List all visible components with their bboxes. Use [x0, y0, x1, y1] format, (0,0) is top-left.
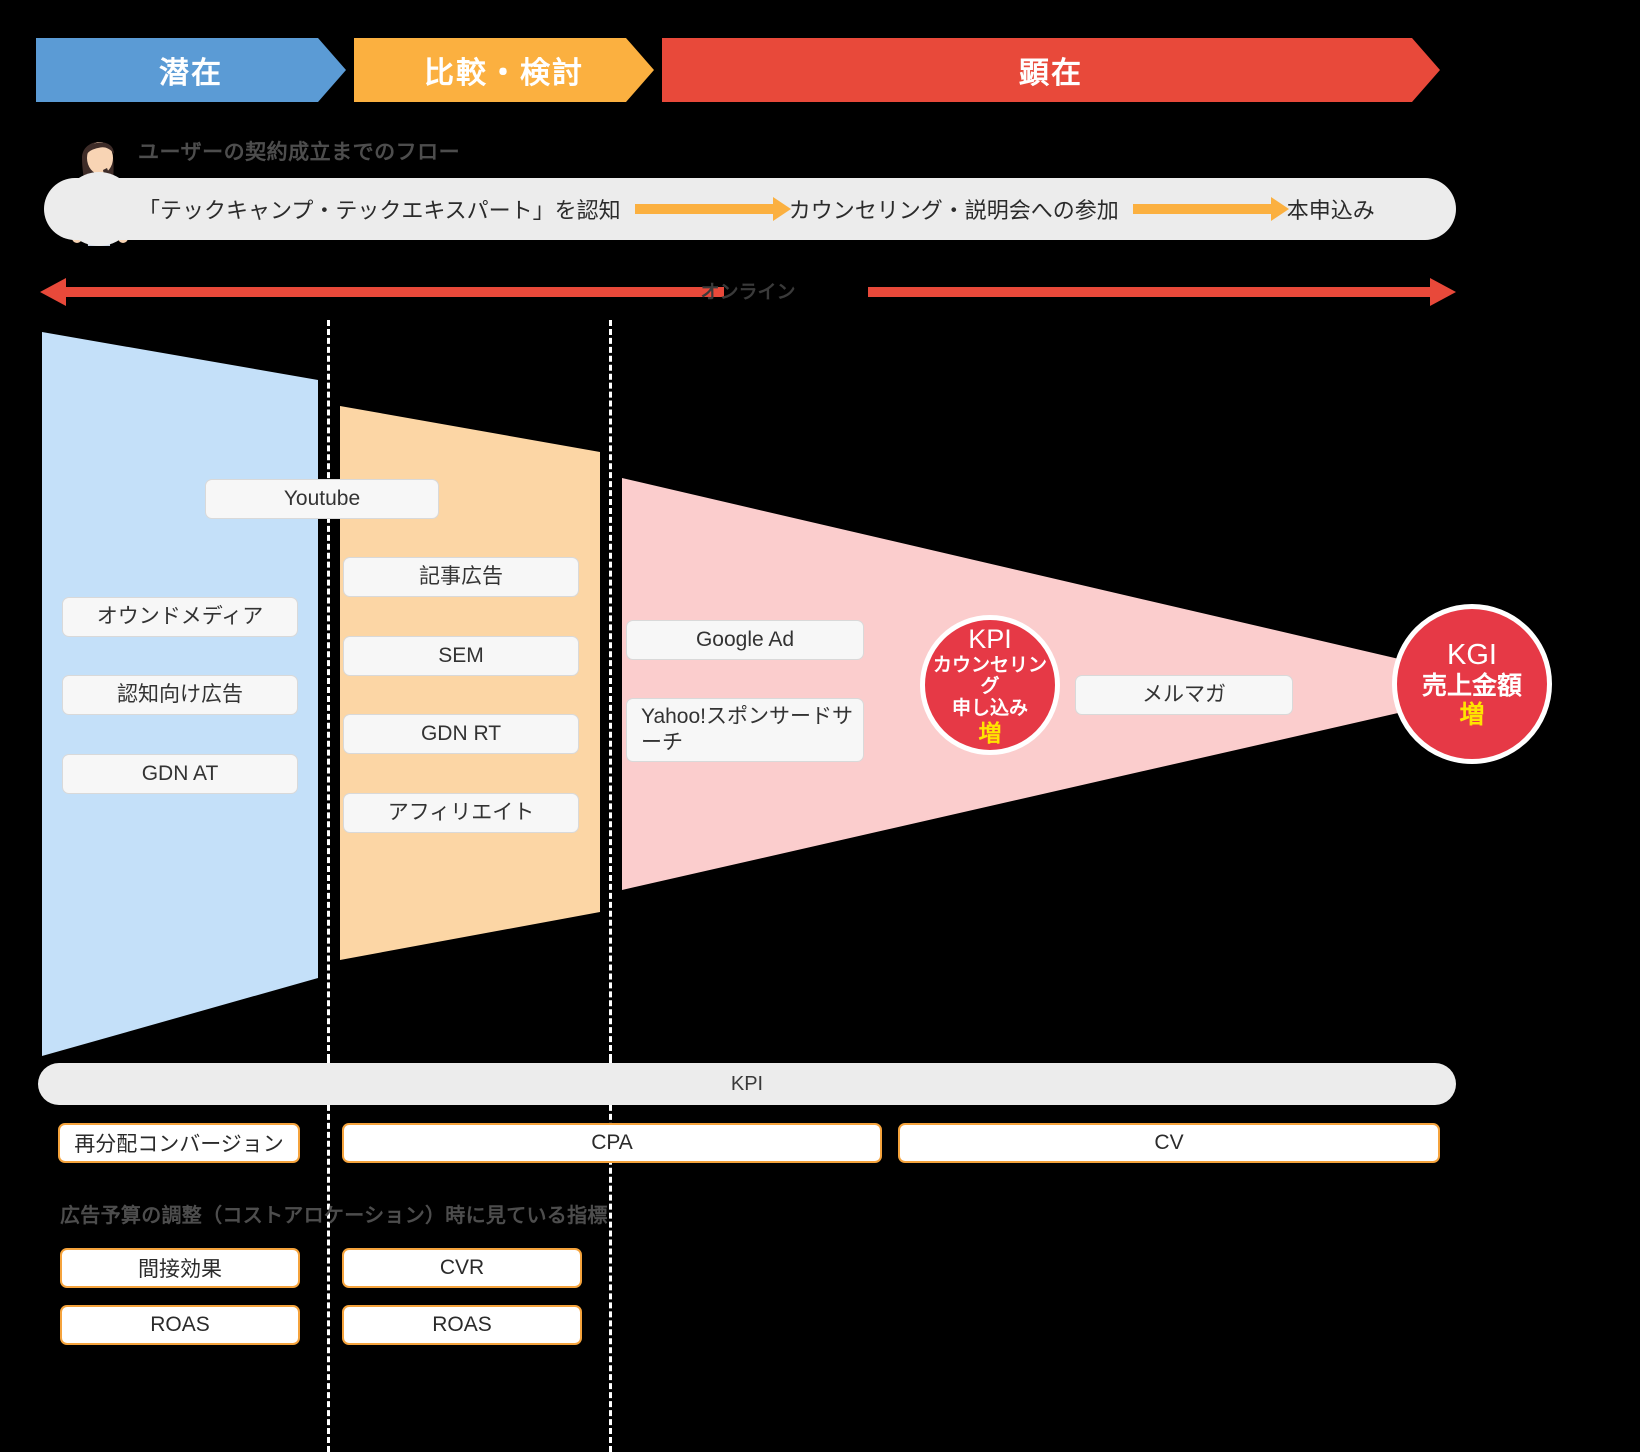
allocation-metric-indirect-effect[interactable]: 間接効果 [60, 1248, 300, 1288]
flow-step-2: カウンセリング・説明会への参加 [788, 198, 1119, 223]
stage-chevron-latent: 潜在 [36, 38, 346, 102]
channel-chip-sem[interactable]: SEM [343, 636, 579, 676]
channel-chip-google-ad[interactable]: Google Ad [626, 620, 864, 660]
channel-chip-yahoo-sponsored-search[interactable]: Yahoo!スポンサードサーチ [626, 698, 864, 762]
kpi-circle-line3: 増 [978, 719, 1002, 746]
flow-step-3: 本申込み [1286, 198, 1375, 223]
channel-chip-mailmagazine[interactable]: メルマガ [1075, 675, 1293, 715]
stage-chevron-compare: 比較・検討 [354, 38, 654, 102]
channel-chip-youtube[interactable]: Youtube [205, 479, 439, 519]
kgi-circle-title: KGI [1447, 638, 1497, 671]
stage-banner: 潜在 比較・検討 顕在 [36, 38, 1440, 102]
kpi-circle-line1: カウンセリング [932, 654, 1047, 698]
kpi-circle-line2: 申し込み [951, 698, 1028, 720]
channel-chip-awareness-ad[interactable]: 認知向け広告 [62, 675, 298, 715]
flow-step-1: 「テックキャンプ・テックエキスパート」を認知 [138, 198, 621, 223]
kpi-circle: KPI カウンセリング 申し込み 増 [920, 615, 1060, 755]
channel-chip-gdn-rt[interactable]: GDN RT [343, 714, 579, 754]
kpi-metric-cv[interactable]: CV [898, 1123, 1440, 1163]
diagram-root: 潜在 比較・検討 顕在 ユーザーの契約成立までのフロー 「テックキャンプ・テック… [0, 0, 1640, 1452]
flow-title: ユーザーの契約成立までのフロー [138, 141, 461, 164]
kpi-circle-title: KPI [968, 624, 1012, 655]
allocation-note: 広告予算の調整（コストアロケーション）時に見ている指標 [60, 1205, 608, 1227]
flow-arrow-2-icon [1132, 197, 1289, 221]
channel-chip-gdn-at[interactable]: GDN AT [62, 754, 298, 794]
divider-compare-explicit [609, 320, 612, 1060]
channel-chip-owned-media[interactable]: オウンドメディア [62, 597, 298, 637]
online-label: オンライン [700, 282, 796, 303]
flow-arrow-1-icon [634, 197, 791, 221]
kgi-circle-line2: 増 [1459, 700, 1485, 729]
allocation-metric-roas-middle[interactable]: ROAS [342, 1305, 582, 1345]
allocation-metric-roas-left[interactable]: ROAS [60, 1305, 300, 1345]
divider-compare-explicit-lower [609, 1060, 612, 1452]
divider-latent-compare-lower [327, 1060, 330, 1452]
divider-latent-compare [327, 320, 330, 1060]
kpi-metric-redistributed-conversion[interactable]: 再分配コンバージョン [58, 1123, 300, 1163]
kgi-circle: KGI 売上金額 増 [1392, 604, 1552, 764]
allocation-metric-cvr[interactable]: CVR [342, 1248, 582, 1288]
stage-chevron-explicit: 顕在 [662, 38, 1440, 102]
channel-chip-article-ad[interactable]: 記事広告 [343, 557, 579, 597]
kpi-metric-cpa[interactable]: CPA [342, 1123, 882, 1163]
kpi-section-banner: KPI [38, 1063, 1456, 1105]
kgi-circle-line1: 売上金額 [1421, 672, 1522, 701]
channel-chip-affiliate[interactable]: アフィリエイト [343, 793, 579, 833]
flow-pill: 「テックキャンプ・テックエキスパート」を認知 カウンセリング・説明会への参加 本… [44, 178, 1456, 240]
online-range-arrow: オンライン [40, 274, 1456, 310]
